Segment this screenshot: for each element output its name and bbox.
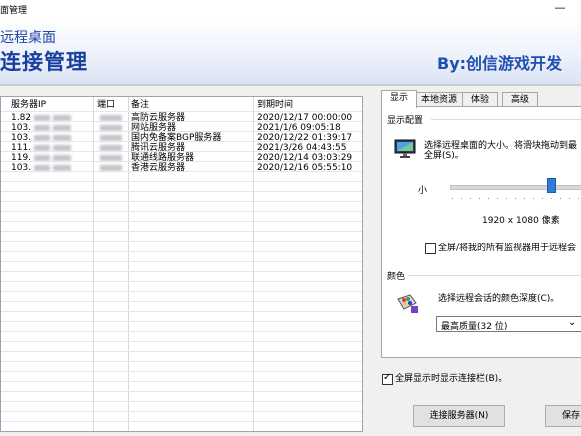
tab-experience[interactable]: 体验	[462, 92, 498, 107]
tab-local-resources[interactable]: 本地资源	[415, 92, 463, 107]
display-description-line2: 全屏(S)。	[424, 151, 464, 161]
title-bar: 面管理 —	[0, 0, 581, 19]
row-divider	[1, 201, 362, 202]
tab-display[interactable]: 显示	[381, 90, 417, 108]
banner-title: 连接管理	[0, 50, 88, 74]
redacted-ip	[53, 134, 72, 141]
save-button[interactable]: 保存	[545, 405, 581, 427]
color-palette-icon	[397, 294, 418, 313]
redacted-port	[100, 164, 122, 171]
color-depth-description: 选择远程会话的颜色深度(C)。	[438, 294, 560, 304]
row-divider	[1, 401, 362, 402]
redacted-ip	[34, 154, 51, 161]
cell-remark: 香港云服务器	[131, 163, 186, 173]
row-divider	[1, 281, 362, 282]
slider-ticks	[452, 198, 581, 199]
row-divider	[1, 191, 362, 192]
multi-monitor-checkbox[interactable]	[425, 243, 436, 254]
resolution-slider-thumb[interactable]	[546, 178, 556, 193]
column-header-remark[interactable]: 备注	[131, 99, 253, 111]
row-divider	[1, 261, 362, 262]
row-divider	[1, 151, 362, 152]
row-divider	[1, 161, 362, 162]
row-divider	[1, 371, 362, 372]
row-divider	[1, 321, 362, 322]
cell-port	[97, 162, 131, 174]
row-divider	[1, 121, 362, 122]
row-divider	[1, 291, 362, 292]
redacted-ip	[34, 124, 51, 131]
group-divider	[431, 119, 581, 120]
row-divider	[1, 271, 362, 272]
show-connection-bar-label: 全屏显示时显示连接栏(B)。	[395, 374, 508, 384]
cell-ip: 103.	[11, 162, 95, 174]
cell-expires: 2020/12/16 05:55:10	[257, 163, 353, 173]
row-divider	[1, 251, 362, 252]
row-divider	[1, 301, 362, 302]
row-divider	[1, 231, 362, 232]
row-divider	[1, 131, 362, 132]
row-divider	[1, 391, 362, 392]
redacted-ip	[34, 144, 51, 151]
row-divider	[1, 421, 362, 422]
row-divider	[1, 141, 362, 142]
redacted-port	[100, 124, 122, 131]
row-divider	[1, 181, 362, 182]
connect-server-button[interactable]: 连接服务器(N)	[413, 405, 505, 427]
row-divider	[1, 351, 362, 352]
redacted-ip	[53, 144, 72, 151]
redacted-ip	[53, 124, 72, 131]
group-title-colors: 颜色	[387, 272, 406, 282]
row-divider	[1, 341, 362, 342]
redacted-port	[100, 114, 122, 121]
row-divider	[1, 111, 362, 112]
redacted-ip	[34, 114, 51, 121]
color-depth-value: 最高质量(32 位)	[441, 322, 508, 332]
header-banner: 远程桌面 连接管理 By:创信游戏开发	[0, 18, 581, 84]
row-divider	[1, 311, 362, 312]
chevron-down-icon: ⌄	[568, 317, 577, 328]
redacted-ip	[53, 154, 72, 161]
monitor-icon	[394, 139, 416, 158]
redacted-ip	[53, 164, 72, 171]
window-title: 面管理	[0, 6, 28, 16]
column-header-ip[interactable]: 服务器IP	[11, 99, 95, 111]
redacted-ip	[34, 134, 51, 141]
tab-advanced[interactable]: 高级	[502, 92, 538, 107]
redacted-port	[100, 134, 122, 141]
row-divider	[1, 381, 362, 382]
server-list[interactable]: 服务器IP 端口 备注 到期时间 1.82 高防云服务器 2020/12/17 00…	[0, 96, 363, 432]
redacted-port	[100, 154, 122, 161]
show-connection-bar-checkbox[interactable]	[382, 372, 393, 385]
row-divider	[1, 211, 362, 212]
multi-monitor-label: 全屏/将我的所有监视器用于远程会	[438, 243, 577, 253]
banner-subtitle: 远程桌面	[0, 30, 56, 46]
slider-min-label: 小	[418, 186, 428, 196]
display-panel: 显示配置 选择远程桌面的大小。将滑块拖动到最 全屏(S)。 小 1920 x 1…	[381, 106, 581, 358]
resolution-slider-track[interactable]	[450, 185, 581, 190]
row-divider	[1, 331, 362, 332]
header-divider	[0, 84, 581, 86]
resolution-readout: 1920 x 1080 像素	[482, 216, 560, 226]
group-divider	[408, 275, 581, 276]
row-divider	[1, 361, 362, 362]
redacted-ip	[53, 114, 72, 121]
brand-label: By:创信游戏开发	[437, 54, 563, 73]
display-description: 选择远程桌面的大小。将滑块拖动到最	[424, 141, 578, 151]
color-depth-select[interactable]: 最高质量(32 位) ⌄	[436, 316, 581, 332]
redacted-ip	[34, 164, 51, 171]
minimize-button[interactable]: —	[548, 1, 572, 14]
row-divider	[1, 241, 362, 242]
row-divider	[1, 171, 362, 172]
redacted-port	[100, 144, 122, 151]
row-divider	[1, 221, 362, 222]
column-header-port[interactable]: 端口	[97, 99, 131, 111]
column-header-expires[interactable]: 到期时间	[257, 99, 361, 111]
row-divider	[1, 411, 362, 412]
group-title-display: 显示配置	[387, 116, 424, 126]
